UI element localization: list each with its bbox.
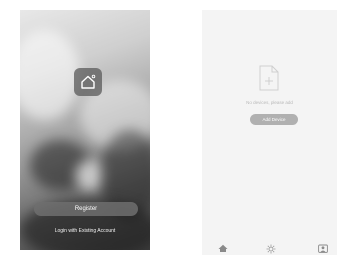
profile-icon bbox=[318, 244, 328, 253]
screenshot-stage: Register Login with Existing Account No … bbox=[0, 0, 338, 255]
welcome-screen: Register Login with Existing Account bbox=[20, 10, 150, 250]
sun-icon bbox=[266, 244, 276, 254]
home-icon bbox=[81, 74, 96, 89]
home-icon bbox=[218, 244, 228, 252]
background-blur bbox=[20, 30, 80, 120]
add-document-icon bbox=[259, 65, 279, 91]
bottom-tab-bar bbox=[202, 244, 337, 255]
device-list-screen: No devices, please add Add Device bbox=[202, 10, 337, 255]
tab-profile[interactable] bbox=[316, 244, 330, 255]
tab-home[interactable] bbox=[216, 244, 230, 255]
add-device-button[interactable]: Add Device bbox=[250, 114, 298, 125]
app-logo bbox=[74, 68, 102, 96]
empty-state-message: No devices, please add bbox=[246, 100, 293, 105]
login-existing-account-link[interactable]: Login with Existing Account bbox=[20, 228, 150, 234]
register-button[interactable]: Register bbox=[34, 202, 138, 216]
tab-scene[interactable] bbox=[264, 244, 278, 255]
